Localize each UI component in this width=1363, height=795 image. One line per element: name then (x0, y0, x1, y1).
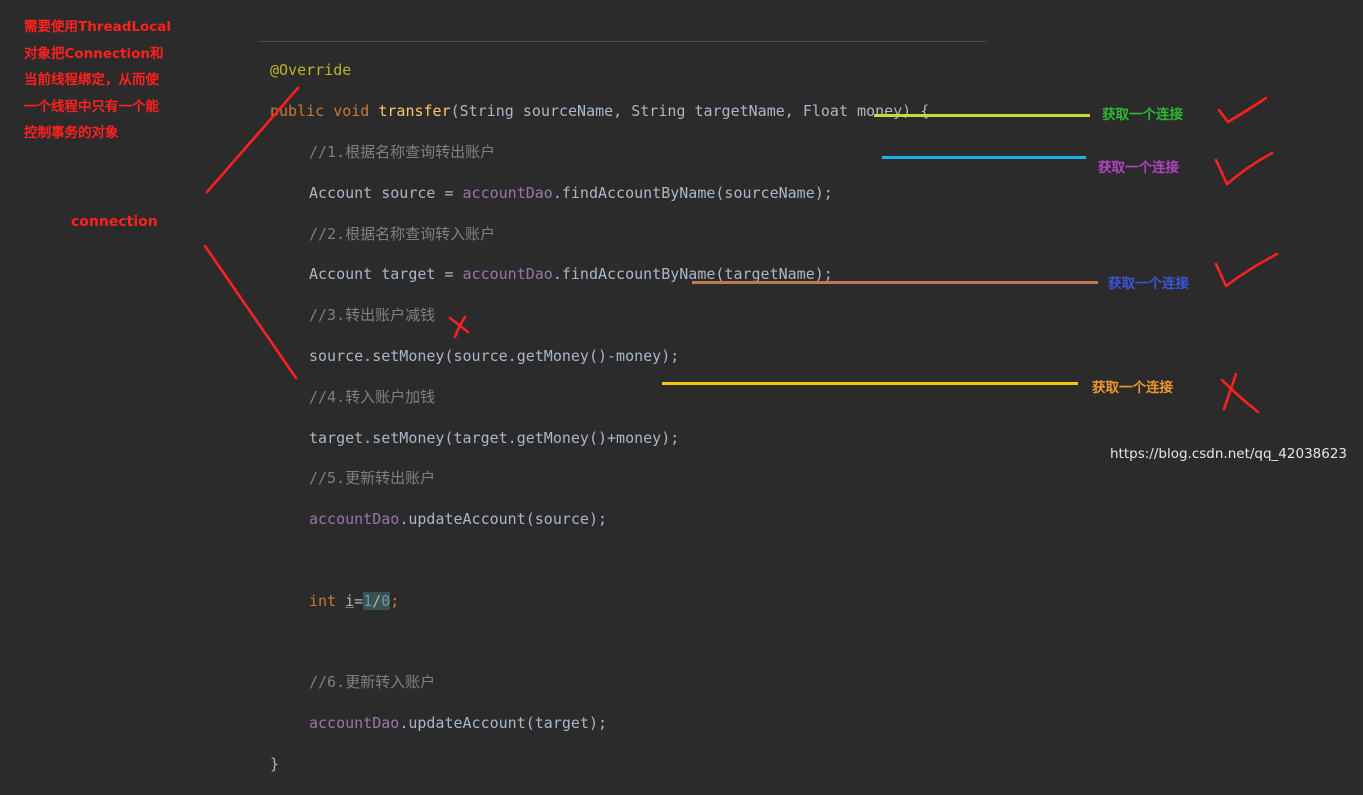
code-line-divide-by-zero: int i=1/0; (309, 591, 400, 610)
check-mark-2 (1214, 151, 1274, 186)
cross-mark-code (448, 315, 470, 339)
check-mark-3 (1214, 252, 1279, 288)
code-blank-1 (270, 550, 929, 570)
code-line-close: } (270, 754, 280, 773)
bracket-stroke-lower (203, 244, 298, 380)
code-line-update-target: accountDao.updateAccount(target); (309, 714, 608, 733)
code-comment-6: //6.更新转入账户 (309, 673, 436, 692)
code-line-update-source: accountDao.updateAccount(source); (309, 510, 608, 529)
watermark: https://blog.csdn.net/qq_42038623 (1110, 446, 1348, 462)
code-blank-2 (270, 632, 929, 652)
cross-mark-final (1220, 372, 1260, 414)
check-mark-1 (1217, 96, 1268, 124)
annotation-overlay (203, 86, 1279, 414)
bracket-stroke-upper (205, 86, 300, 194)
